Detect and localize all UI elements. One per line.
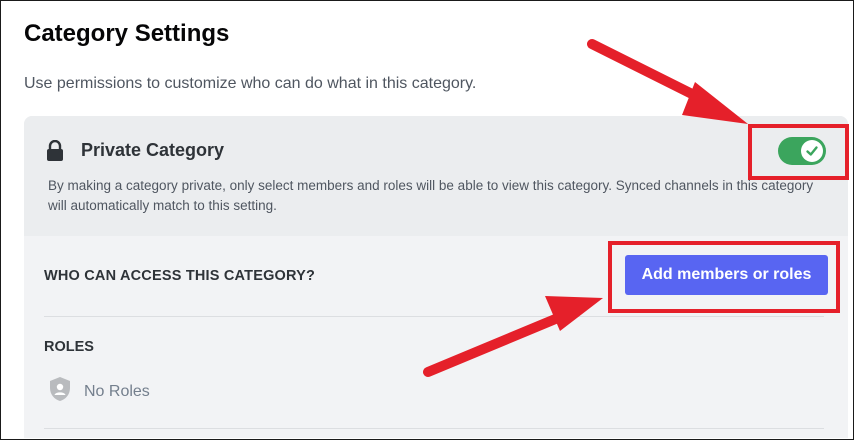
private-category-section: Private Category By making a category pr… bbox=[24, 116, 848, 236]
divider bbox=[44, 316, 824, 317]
shield-user-icon bbox=[50, 377, 70, 401]
roles-label: ROLES bbox=[44, 339, 94, 355]
no-roles-text: No Roles bbox=[84, 383, 150, 400]
toggle-highlight-box bbox=[748, 124, 849, 180]
page-title: Category Settings bbox=[24, 20, 230, 47]
page-description: Use permissions to customize who can do … bbox=[24, 75, 477, 92]
who-can-access-label: WHO CAN ACCESS THIS CATEGORY? bbox=[44, 268, 316, 284]
button-highlight-box bbox=[608, 241, 840, 313]
divider bbox=[44, 428, 824, 429]
private-category-title: Private Category bbox=[81, 140, 225, 160]
private-category-description: By making a category private, only selec… bbox=[48, 178, 814, 213]
lock-icon bbox=[47, 140, 63, 161]
